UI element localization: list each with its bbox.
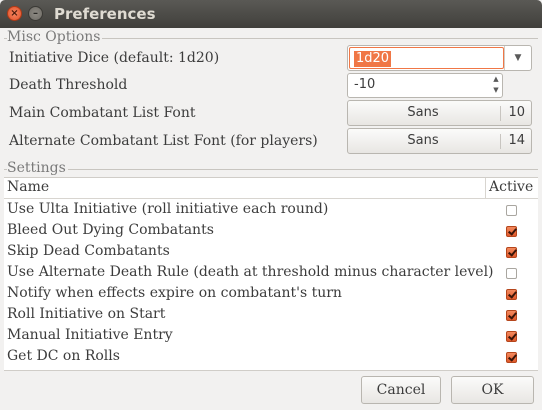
alt-font-label: Alternate Combatant List Font (for playe… xyxy=(9,133,318,149)
cancel-button[interactable]: Cancel xyxy=(361,376,441,404)
death-threshold-value: -10 xyxy=(354,77,376,92)
settings-group-label: Settings xyxy=(7,160,68,176)
table-row[interactable]: Bleed Out Dying Combatants xyxy=(4,221,538,242)
table-row[interactable]: Use Ulta Initiative (roll initiative eac… xyxy=(4,200,538,221)
minimize-icon[interactable]: – xyxy=(28,6,43,21)
setting-name: Use Ulta Initiative (roll initiative eac… xyxy=(7,201,329,217)
initiative-dice-entry[interactable]: 1d20 xyxy=(349,47,504,69)
active-checkbox[interactable] xyxy=(506,247,517,258)
ok-button[interactable]: OK xyxy=(451,376,534,404)
active-checkbox[interactable] xyxy=(506,289,517,300)
death-threshold-label: Death Threshold xyxy=(9,77,128,93)
column-header-active[interactable]: Active xyxy=(489,179,533,195)
initiative-dice-combo[interactable]: 1d20 ▼ xyxy=(347,45,532,71)
main-font-button[interactable]: Sans 10 xyxy=(347,100,532,126)
settings-table: Name Active Use Ulta Initiative (roll in… xyxy=(4,177,538,371)
misc-group-label: Misc Options xyxy=(7,29,103,45)
setting-name: Skip Dead Combatants xyxy=(7,243,170,259)
setting-name: Roll Initiative on Start xyxy=(7,306,166,322)
close-icon[interactable]: × xyxy=(7,6,22,21)
setting-name: Bleed Out Dying Combatants xyxy=(7,222,214,238)
title-bar: × – Preferences xyxy=(0,0,542,28)
active-checkbox[interactable] xyxy=(506,205,517,216)
table-row[interactable]: Skip Dead Combatants xyxy=(4,242,538,263)
spin-up-icon[interactable]: ▲ xyxy=(490,74,502,85)
column-header-name[interactable]: Name xyxy=(7,179,49,195)
table-row[interactable]: Use Alternate Death Rule (death at thres… xyxy=(4,263,538,284)
alt-font-button[interactable]: Sans 14 xyxy=(347,128,532,154)
window-title: Preferences xyxy=(54,5,156,23)
initiative-dice-value: 1d20 xyxy=(354,51,392,67)
font-button-separator xyxy=(500,134,501,149)
chevron-down-icon[interactable]: ▼ xyxy=(504,46,531,70)
spinner-arrows-icon[interactable]: ▲ ▼ xyxy=(490,74,502,97)
settings-table-header: Name Active xyxy=(4,178,538,199)
alt-font-name: Sans xyxy=(407,133,439,148)
font-button-separator xyxy=(500,106,501,121)
active-checkbox[interactable] xyxy=(506,310,517,321)
active-checkbox[interactable] xyxy=(506,331,517,342)
setting-name: Manual Initiative Entry xyxy=(7,327,173,343)
setting-name: Use Alternate Death Rule (death at thres… xyxy=(7,264,494,280)
active-checkbox[interactable] xyxy=(506,352,517,363)
active-checkbox[interactable] xyxy=(506,226,517,237)
column-divider[interactable] xyxy=(485,178,486,198)
death-threshold-spinner[interactable]: -10 ▲ ▼ xyxy=(347,73,503,98)
active-checkbox[interactable] xyxy=(506,268,517,279)
settings-group-divider xyxy=(4,169,538,170)
table-row[interactable]: Roll Initiative on Start xyxy=(4,305,538,326)
setting-name: Notify when effects expire on combatant'… xyxy=(7,285,342,301)
alt-font-size: 14 xyxy=(508,133,525,148)
table-row[interactable]: Notify when effects expire on combatant'… xyxy=(4,284,538,305)
initiative-dice-label: Initiative Dice (default: 1d20) xyxy=(9,50,220,66)
main-font-label: Main Combatant List Font xyxy=(9,105,196,121)
table-row[interactable]: Get DC on Rolls xyxy=(4,347,538,368)
main-font-name: Sans xyxy=(407,105,439,120)
spin-down-icon[interactable]: ▼ xyxy=(490,85,502,96)
main-font-size: 10 xyxy=(508,105,525,120)
setting-name: Get DC on Rolls xyxy=(7,348,120,364)
table-row[interactable]: Manual Initiative Entry xyxy=(4,326,538,347)
